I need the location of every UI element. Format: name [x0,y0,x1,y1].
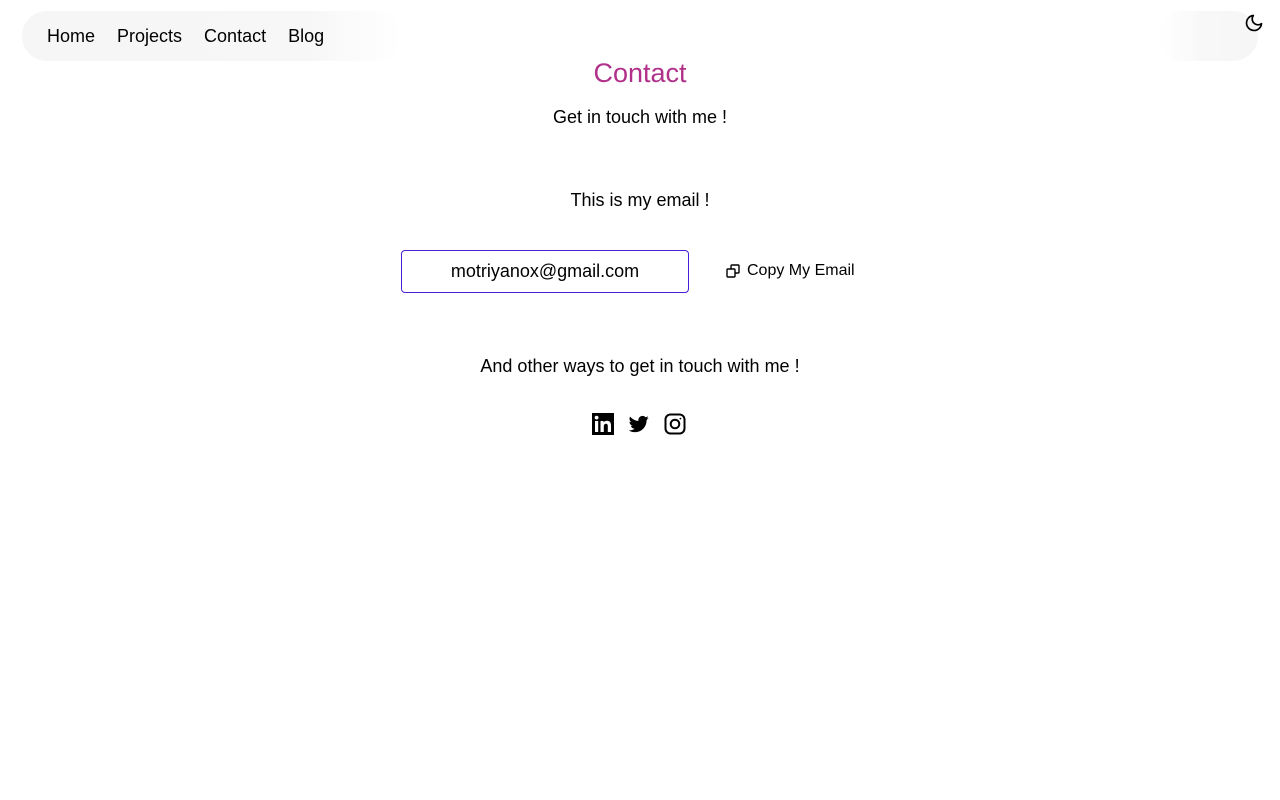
page-title: Contact [593,58,687,88]
instagram-icon [664,413,686,435]
linkedin-icon [592,413,614,435]
theme-toggle-button[interactable] [1242,11,1266,35]
twitter-icon [628,415,649,433]
contact-page: Home Projects Contact Blog Contact Get i… [0,0,1280,800]
linkedin-link[interactable] [592,413,614,435]
social-links [592,413,686,435]
twitter-link[interactable] [628,413,650,435]
email-field[interactable]: motriyanox@gmail.com [401,250,689,293]
copy-icon [726,264,740,278]
page-subtitle: Get in touch with me ! [552,107,728,127]
instagram-link[interactable] [664,413,686,435]
nav-link-home[interactable]: Home [47,27,95,45]
copy-email-button[interactable]: Copy My Email [718,256,863,286]
moon-icon [1245,14,1263,32]
other-ways-text: And other ways to get in touch with me ! [480,356,800,376]
email-intro-text: This is my email ! [570,190,710,210]
top-nav: Home Projects Contact Blog [22,11,402,61]
nav-link-blog[interactable]: Blog [288,27,324,45]
nav-link-projects[interactable]: Projects [117,27,182,45]
nav-link-contact[interactable]: Contact [204,27,266,45]
copy-email-label: Copy My Email [747,262,855,279]
